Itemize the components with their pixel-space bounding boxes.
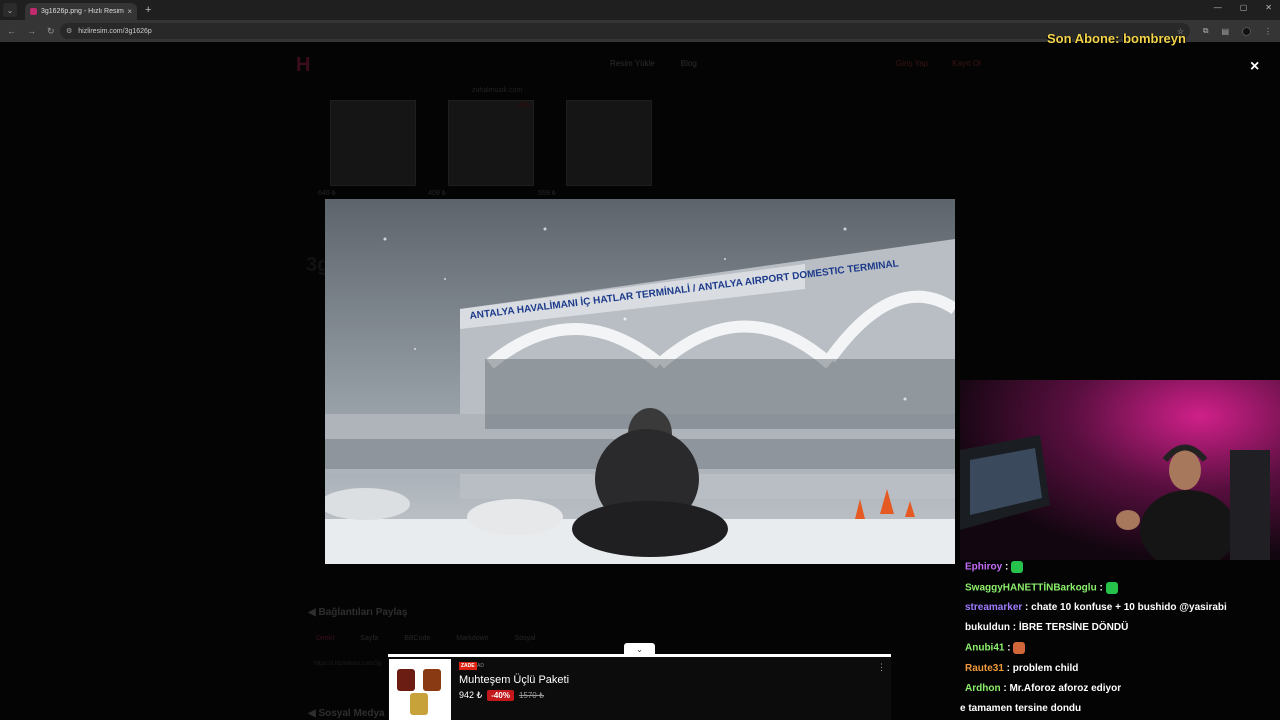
ad-menu-icon[interactable]: ⋮ [877,662,886,673]
chat-message: SwaggyHANETTİNBarkoglu : [965,582,1118,594]
lightbox-close-button[interactable]: × [1250,58,1259,76]
chat-separator: : [1022,602,1032,613]
reload-icon[interactable]: ↻ [47,26,55,37]
streamer-webcam [960,380,1280,560]
site-info-icon[interactable]: ⚙ [66,27,72,35]
browser-tools: ⧉ ▤ ⋮ [1203,26,1272,36]
chat-message: bukuldun : İBRE TERSİNE DÖNDÜ [965,622,1128,633]
profile-avatar[interactable] [1242,26,1251,36]
window-controls: — ▢ ✕ [1214,3,1272,12]
chat-username: SwaggyHANETTİNBarkoglu [965,582,1097,594]
login-link[interactable]: Giriş Yap [896,59,928,68]
chat-text: Mr.Aforoz aforoz ediyor [1009,683,1122,694]
chat-text: chate 10 konfuse + 10 bushido @yasirabi [1031,602,1227,613]
new-tab-button[interactable]: + [145,4,151,16]
chat-username: Raute31 [965,663,1004,674]
chat-emote-icon [1105,582,1118,594]
ad-products: -40% [330,100,652,186]
lightbox-image: ANTALYA HAVALİMANI İÇ HATLAR TERMİNALİ /… [325,199,955,564]
ad-tag: AD [477,663,484,669]
chat-separator: : [1010,622,1019,633]
product-prices: 640 ₺ 409 ₺ 559 ₺ [318,189,556,197]
product-card[interactable] [566,100,652,186]
chat-message: Ephiroy : [965,561,1024,573]
tab-direct[interactable]: Direkt [316,635,334,642]
ad-source-label: zuhalmuzik.com [472,87,523,94]
site-favicon-icon [30,8,37,15]
address-bar[interactable]: ⚙ hizliresim.com/3g1626p ☆ [60,23,1190,39]
product-card[interactable]: -40% [448,100,534,186]
chat-text: İBRE TERSİNE DÖNDÜ [1018,622,1129,633]
sidebar-icon[interactable]: ▤ [1221,27,1229,36]
product-discount: -40% [516,103,531,109]
airport-photo: ANTALYA HAVALİMANI İÇ HATLAR TERMİNALİ /… [325,199,955,564]
chat-username: Anubi41 [965,642,1005,654]
close-window-button[interactable]: ✕ [1265,3,1272,12]
share-heading: ◀ Bağlantıları Paylaş [308,607,408,618]
chat-username: streamarker [965,602,1023,613]
ad-prices: 942 ₺ -40% 1570 ₺ [459,690,544,701]
chat-message: streamarker : chate 10 konfuse + 10 bush… [965,602,1227,613]
tab-close-icon[interactable]: × [127,7,132,16]
chat-username: Ardhon [965,683,1001,694]
ad-discount-badge: -40% [487,690,514,701]
chat-separator: : [1096,582,1106,594]
chat-message: e tamamen tersine dondu [960,703,1081,714]
ad-price: 942 ₺ [459,690,483,700]
chat-emote-icon [1013,642,1026,654]
chat-emote-icon [1011,561,1024,573]
forward-icon[interactable]: → [27,26,36,37]
ad-banner[interactable]: ZADE AD Muhteşem Üçlü Paketi 942 ₺ -40% … [388,654,891,720]
chat-username: Ephiroy [965,561,1003,573]
product-price: 409 ₺ [428,190,447,197]
ad-product-image[interactable] [389,659,451,720]
stream-chat: Ephiroy : SwaggyHANETTİNBarkoglu : strea… [960,558,1280,720]
maximize-button[interactable]: ▢ [1240,3,1248,12]
product-price: 640 ₺ [318,190,337,197]
chat-text: e tamamen tersine dondu [960,703,1082,714]
nav-buttons: ← → ↻ [7,26,55,37]
register-link[interactable]: Kayıt Ol [952,59,980,68]
chat-username: bukuldun [965,622,1010,633]
tab-social[interactable]: Sosyal [515,635,536,642]
ad-brand-badge: ZADE [459,662,477,670]
site-logo[interactable]: H [296,54,310,77]
share-tabs: Direkt Sayfa BBCode Markdown Sosyal [316,635,536,642]
nav-upload-link[interactable]: Resim Yükle [610,59,655,68]
browser-tab[interactable]: 3g1626p.png - Hızlı Resim × [25,3,137,20]
chat-text: problem child [1012,663,1079,674]
chat-separator: : [1003,663,1013,674]
tab-search-button[interactable]: ⌄ [3,3,17,17]
ad-old-price: 1570 ₺ [518,691,545,700]
tab-page[interactable]: Sayfa [360,635,378,642]
last-subscriber-alert: Son Abone: bombreyn [1047,31,1186,46]
chat-separator: : [1004,642,1014,654]
share-link-field[interactable]: https://i.hizliresim.com/3g [314,661,381,667]
browser-menu-icon[interactable]: ⋮ [1264,27,1272,36]
social-heading: ◀ Sosyal Medya [308,708,385,719]
chat-message: Anubi41 : [965,642,1026,654]
product-price: 559 ₺ [538,190,557,197]
chat-message: Raute31 : problem child [965,663,1078,674]
tab-title: 3g1626p.png - Hızlı Resim [41,8,124,15]
url-text: hizliresim.com/3g1626p [78,27,152,35]
webcam-feed [960,380,1280,560]
minimize-button[interactable]: — [1214,3,1222,12]
site-nav: Resim Yükle Blog [610,59,697,68]
product-card[interactable] [330,100,416,186]
tab-markdown[interactable]: Markdown [456,635,488,642]
ad-title[interactable]: Muhteşem Üçlü Paketi [459,674,569,686]
nav-blog-link[interactable]: Blog [681,59,697,68]
jar-image [397,669,441,715]
site-auth: Giriş Yap Kayıt Ol [896,59,981,68]
extensions-icon[interactable]: ⧉ [1203,26,1209,36]
browser-tab-bar: ⌄ 3g1626p.png - Hızlı Resim × + — ▢ ✕ [0,0,1280,20]
tab-bbcode[interactable]: BBCode [404,635,430,642]
back-icon[interactable]: ← [7,26,16,37]
chat-separator: : [1002,561,1012,573]
chat-message: Ardhon : Mr.Aforoz aforoz ediyor [965,683,1121,694]
